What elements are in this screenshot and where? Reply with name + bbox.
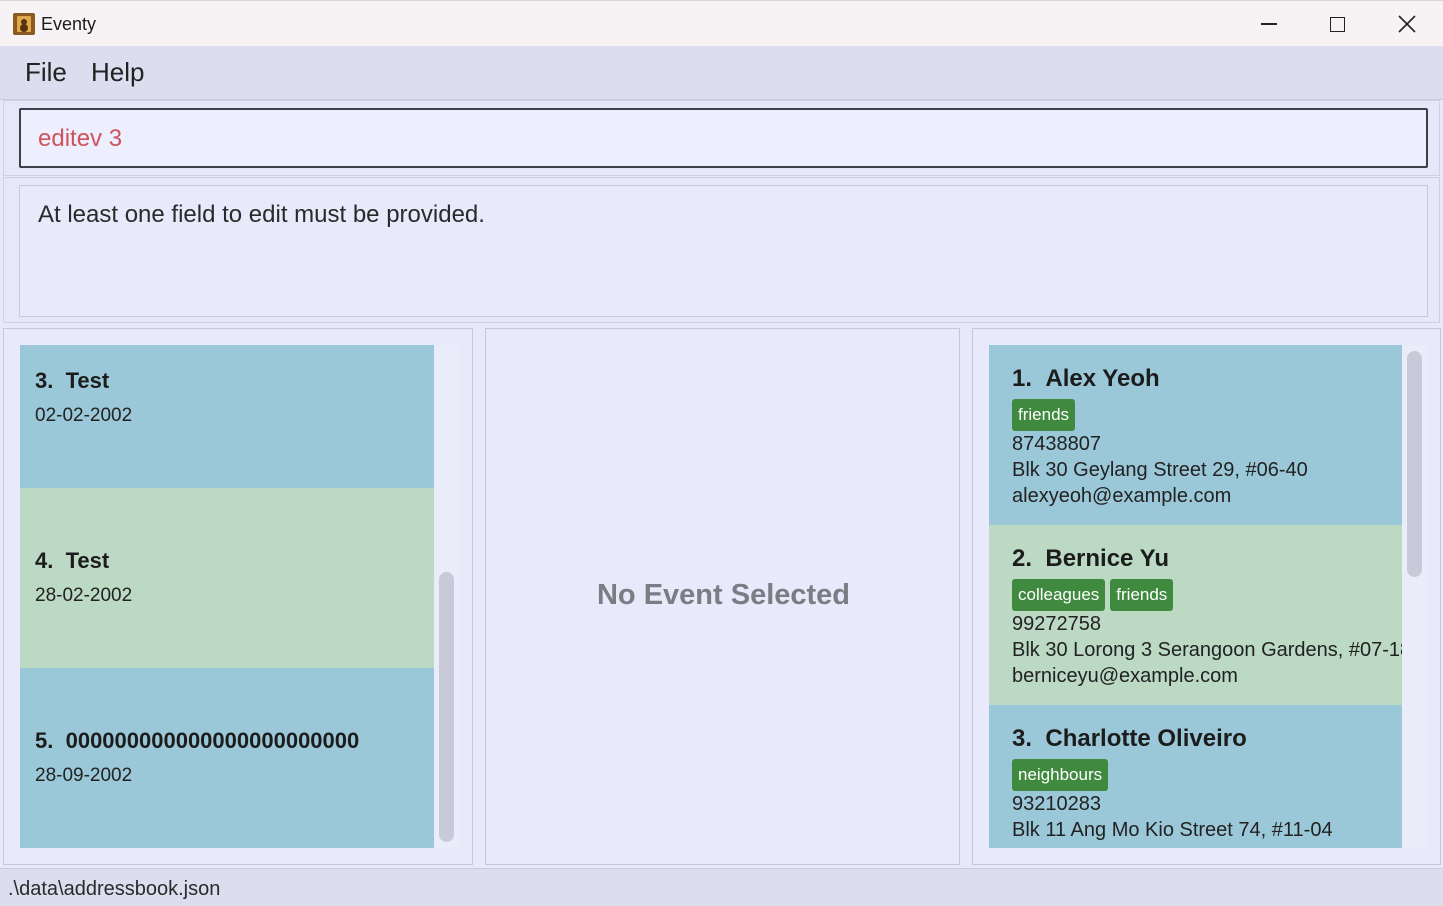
menu-bar: File Help (0, 46, 1443, 100)
tag-label: friends (1110, 579, 1174, 611)
event-list-scroll-thumb[interactable] (439, 572, 454, 842)
minimize-button[interactable] (1235, 1, 1303, 47)
no-event-selected-label: No Event Selected (596, 579, 851, 611)
tag-label: colleagues (1012, 579, 1106, 611)
person-list-scrollbar[interactable] (1402, 345, 1426, 848)
status-bar: .\data\addressbook.json (0, 868, 1443, 906)
event-title: 3. Test (35, 368, 110, 393)
event-card[interactable]: 5. 000000000000000000000000 28-09-2002 (20, 668, 434, 848)
person-list-panel: 1. Alex Yeoh friends 87438807 Blk 30 Gey… (972, 328, 1441, 865)
event-title: 5. 000000000000000000000000 (35, 728, 360, 753)
person-card[interactable]: 3. Charlotte Oliveiro neighbours 9321028… (989, 705, 1402, 848)
person-name: 2. Bernice Yu (1012, 545, 1169, 572)
menu-help[interactable]: Help (91, 57, 144, 88)
event-list-scrollbar[interactable] (434, 345, 458, 848)
event-date: 28-02-2002 (35, 585, 133, 606)
event-date: 28-09-2002 (35, 765, 133, 786)
tag-label: neighbours (1012, 759, 1109, 791)
maximize-button[interactable] (1303, 1, 1371, 47)
person-address: Blk 30 Geylang Street 29, #06-40 (1012, 459, 1308, 481)
title-bar: Eventy (0, 0, 1443, 46)
command-input[interactable]: editev 3 (19, 108, 1428, 168)
app-icon (13, 13, 35, 35)
event-detail-panel: No Event Selected (485, 328, 960, 865)
person-address: Blk 30 Lorong 3 Serangoon Gardens, #07-1… (1012, 639, 1402, 661)
person-tags: friends (1012, 399, 1076, 431)
person-email: berniceyu@example.com (1012, 665, 1238, 687)
tag-label: friends (1012, 399, 1076, 431)
save-location-path: .\data\addressbook.json (8, 878, 221, 900)
person-phone: 99272758 (1012, 613, 1101, 635)
person-phone: 87438807 (1012, 433, 1101, 455)
maximize-icon (1329, 16, 1345, 32)
person-phone: 93210283 (1012, 793, 1101, 815)
person-name: 1. Alex Yeoh (1012, 365, 1160, 392)
event-card[interactable]: 3. Test 02-02-2002 (20, 345, 434, 488)
close-icon (1398, 15, 1416, 33)
person-tags: neighbours (1012, 759, 1109, 791)
result-message: At least one field to edit must be provi… (38, 201, 485, 228)
person-card[interactable]: 2. Bernice Yu colleagues friends 9927275… (989, 525, 1402, 705)
person-email: alexyeoh@example.com (1012, 485, 1232, 507)
person-address: Blk 11 Ang Mo Kio Street 74, #11-04 (1012, 819, 1333, 841)
menu-file[interactable]: File (25, 57, 67, 88)
event-card[interactable]: 4. Test 28-02-2002 (20, 488, 434, 668)
result-display[interactable]: At least one field to edit must be provi… (19, 185, 1428, 317)
person-list-scroll-thumb[interactable] (1407, 351, 1422, 577)
result-display-container: At least one field to edit must be provi… (3, 177, 1440, 323)
event-list-panel: 3. Test 02-02-2002 4. Test 28-02-2002 5.… (3, 328, 473, 865)
person-name: 3. Charlotte Oliveiro (1012, 725, 1247, 752)
event-date: 02-02-2002 (35, 405, 133, 426)
person-tags: colleagues friends (1012, 579, 1174, 611)
minimize-icon (1261, 23, 1277, 25)
person-card[interactable]: 1. Alex Yeoh friends 87438807 Blk 30 Gey… (989, 345, 1402, 525)
window-title: Eventy (41, 14, 97, 34)
command-input-text: editev 3 (38, 125, 123, 152)
command-box-container: editev 3 (3, 100, 1440, 176)
close-button[interactable] (1373, 1, 1441, 47)
event-list[interactable]: 3. Test 02-02-2002 4. Test 28-02-2002 5.… (20, 345, 434, 848)
event-title: 4. Test (35, 548, 110, 573)
person-list[interactable]: 1. Alex Yeoh friends 87438807 Blk 30 Gey… (989, 345, 1402, 848)
